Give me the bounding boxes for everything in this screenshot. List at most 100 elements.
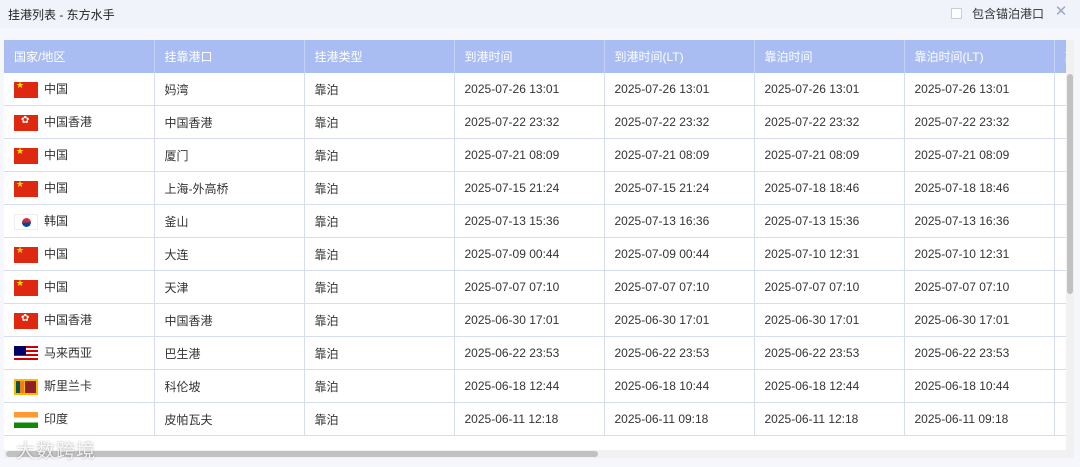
cell-arrival-time-lt: 2025-07-22 23:32 [604,105,755,139]
cell-country: 韩国 [4,204,155,238]
cell-arrival-time: 2025-06-30 17:01 [454,303,605,337]
include-anchorage-checkbox[interactable] [950,7,962,19]
cell-arrival-time: 2025-06-22 23:53 [454,336,605,370]
column-header-berth-time-lt[interactable]: 靠泊时间(LT) [904,40,1055,73]
cell-call-type: 靠泊 [304,303,455,337]
cell-berth-time-lt: 2025-06-18 10:44 [904,369,1055,403]
country-name: 马来西亚 [44,346,93,361]
cell-port: 釜山 [154,204,305,238]
column-header-call-type[interactable]: 挂港类型 [304,40,455,73]
cell-call-type: 靠泊 [304,204,455,238]
table-row[interactable]: 中国天津靠泊2025-07-07 07:102025-07-07 07:1020… [4,270,1074,304]
table-row[interactable]: 印度 皮帕瓦夫 靠泊 2025-06-11 12:18 2025-06-11 09:18… [4,402,1074,436]
cell-berth-time: 2025-07-21 08:09 [754,138,905,172]
cell-call-type: 靠泊 [304,336,455,370]
flag-lk-icon [14,378,38,395]
flag-my-icon [14,345,38,362]
cell-country: 斯里兰卡 [4,369,155,403]
cell-call-type: 靠泊 [304,237,455,271]
country-name: 中国 [44,82,69,97]
cell-berth-time: 2025-07-22 23:32 [754,105,905,139]
watermark-logo: 大数跨境 [16,441,97,462]
cell-arrival-time: 2025-07-15 21:24 [454,171,605,205]
table-row[interactable]: 韩国 釜山 靠泊 2025-07-13 15:36 2025-07-13 16:36 20… [4,204,1074,238]
flag-cn-icon [14,279,38,296]
title-bar: 挂港列表 - 东方水手 包含锚泊港口 ✕ [0,0,1080,28]
cell-call-type: 靠泊 [304,369,455,403]
cell-berth-time: 2025-06-22 23:53 [754,336,905,370]
cell-arrival-time-lt: 2025-07-26 13:01 [604,73,755,106]
flag-in-icon [14,411,38,428]
flag-cn-icon [14,180,38,197]
cell-berth-time: 2025-07-13 15:36 [754,204,905,238]
cell-port: 皮帕瓦夫 [154,402,305,436]
vertical-scrollbar-thumb[interactable] [1067,74,1073,294]
flag-hk-icon [14,312,38,329]
column-header-country[interactable]: 国家/地区 [4,40,155,73]
cell-arrival-time: 2025-07-09 00:44 [454,237,605,271]
cell-berth-time-lt: 2025-07-13 16:36 [904,204,1055,238]
cell-port: 天津 [154,270,305,304]
cell-call-type: 靠泊 [304,270,455,304]
table-row[interactable]: 中国妈湾靠泊2025-07-26 13:012025-07-26 13:0120… [4,73,1074,106]
cell-port: 上海-外高桥 [154,171,305,205]
cell-call-type: 靠泊 [304,105,455,139]
cell-berth-time-lt: 2025-06-22 23:53 [904,336,1055,370]
cell-arrival-time-lt: 2025-07-07 07:10 [604,270,755,304]
table-row[interactable]: 中国大连靠泊2025-07-09 00:442025-07-09 00:4420… [4,237,1074,271]
cell-country: 中国 [4,270,155,304]
cell-berth-time: 2025-06-11 12:18 [754,402,905,436]
horizontal-scrollbar[interactable] [4,450,1066,458]
cell-port: 大连 [154,237,305,271]
column-header-port[interactable]: 挂靠港口 [154,40,305,73]
cell-berth-time-lt: 2025-07-07 07:10 [904,270,1055,304]
table-row[interactable]: 中国香港中国香港靠泊2025-07-22 23:322025-07-22 23:… [4,105,1074,139]
cell-port: 巴生港 [154,336,305,370]
port-call-table: 国家/地区 挂靠港口 挂港类型 到港时间 到港时间(LT) 靠泊时间 靠泊时间(… [4,40,1074,458]
country-name: 中国 [44,280,69,295]
cell-berth-time: 2025-07-18 18:46 [754,171,905,205]
cell-arrival-time-lt: 2025-07-21 08:09 [604,138,755,172]
cell-arrival-time: 2025-07-13 15:36 [454,204,605,238]
cell-arrival-time-lt: 2025-07-09 00:44 [604,237,755,271]
table-row[interactable]: 中国香港中国香港靠泊2025-06-30 17:012025-06-30 17:… [4,303,1074,337]
cell-arrival-time-lt: 2025-06-22 23:53 [604,336,755,370]
column-header-berth-time[interactable]: 靠泊时间 [754,40,905,73]
cell-berth-time-lt: 2025-07-21 08:09 [904,138,1055,172]
cell-arrival-time-lt: 2025-07-13 16:36 [604,204,755,238]
country-name: 中国香港 [44,313,93,328]
cell-berth-time-lt: 2025-06-30 17:01 [904,303,1055,337]
cell-arrival-time: 2025-07-26 13:01 [454,73,605,106]
flag-cn-icon [14,246,38,263]
cell-berth-time: 2025-07-10 12:31 [754,237,905,271]
table-row[interactable]: 中国上海-外高桥靠泊2025-07-15 21:242025-07-15 21:… [4,171,1074,205]
column-header-arrival-time[interactable]: 到港时间 [454,40,605,73]
cell-berth-time: 2025-06-30 17:01 [754,303,905,337]
cell-berth-time-lt: 2025-07-10 12:31 [904,237,1055,271]
country-name: 中国 [44,247,69,262]
cell-country: 中国 [4,171,155,205]
vertical-scrollbar[interactable] [1066,40,1074,458]
cell-call-type: 靠泊 [304,138,455,172]
column-header-arrival-time-lt[interactable]: 到港时间(LT) [604,40,755,73]
flag-cn-icon [14,147,38,164]
cell-call-type: 靠泊 [304,73,455,106]
include-anchorage-label: 包含锚泊港口 [971,6,1044,21]
cell-country: 中国 [4,73,155,106]
cell-arrival-time: 2025-06-18 12:44 [454,369,605,403]
country-name: 中国 [44,181,69,196]
cell-arrival-time-lt: 2025-06-18 10:44 [604,369,755,403]
cell-port: 中国香港 [154,303,305,337]
flag-hk-icon [14,114,38,131]
cell-port: 中国香港 [154,105,305,139]
cell-arrival-time-lt: 2025-07-15 21:24 [604,171,755,205]
table-row[interactable]: 马来西亚 巴生港 靠泊 2025-06-22 23:53 2025-06-22 23:5… [4,336,1074,370]
cell-berth-time-lt: 2025-07-22 23:32 [904,105,1055,139]
cell-port: 厦门 [154,138,305,172]
include-anchorage-option[interactable]: 包含锚泊港口 [950,5,1044,21]
table-row[interactable]: 中国厦门靠泊2025-07-21 08:092025-07-21 08:0920… [4,138,1074,172]
flag-kr-icon [14,213,38,230]
cell-country: 中国 [4,237,155,271]
table-row[interactable]: 斯里兰卡 科伦坡 靠泊 2025-06-18 12:44 2025-06-18 10:4… [4,369,1074,403]
close-icon[interactable]: ✕ [1054,3,1068,21]
